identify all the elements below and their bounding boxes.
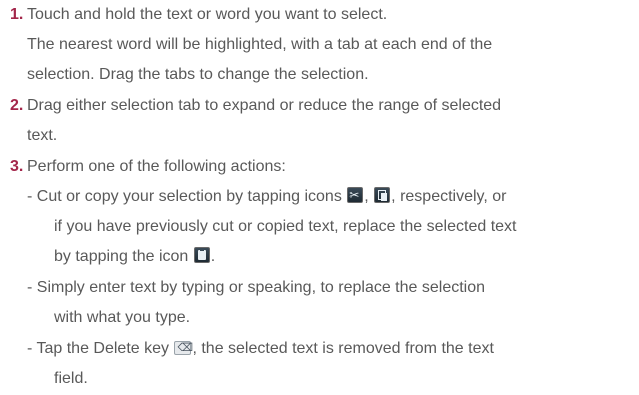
- step-2-detail-line: text.: [27, 127, 58, 144]
- delete-action: - Tap the Delete key , the selected text…: [27, 333, 494, 365]
- step-text: Touch and hold the text or word you want…: [27, 6, 388, 23]
- instructions-document: 1. Touch and hold the text or word you wa…: [0, 0, 639, 393]
- step-2: 2. Drag either selection tab to expand or…: [10, 91, 501, 122]
- separator-text: ,: [364, 188, 374, 205]
- step-text: Perform one of the following actions:: [27, 158, 286, 175]
- step-3: 3. Perform one of the following actions:: [10, 152, 286, 183]
- action-text: - Tap the Delete key: [27, 340, 174, 357]
- step-text: Drag either selection tab to expand or r…: [27, 97, 502, 114]
- action-text: by tapping the icon: [54, 248, 193, 265]
- cut-copy-action-line: if you have previously cut or copied tex…: [54, 218, 517, 235]
- action-text: , the selected text is removed from the …: [192, 340, 494, 357]
- action-text: .: [210, 248, 216, 265]
- action-text: , respectively, or: [391, 188, 507, 205]
- enter-text-action: - Simply enter text by typing or speakin…: [27, 279, 486, 296]
- delete-key-icon: [174, 333, 193, 364]
- paste-icon: [193, 247, 210, 263]
- step-number: 2.: [10, 97, 24, 114]
- cut-copy-action: - Cut or copy your selection by tapping …: [27, 180, 507, 213]
- step-1: 1. Touch and hold the text or word you wa…: [10, 0, 387, 31]
- step-number: 1.: [10, 6, 24, 23]
- action-text: - Cut or copy your selection by tapping …: [27, 188, 347, 205]
- enter-text-action-line: with what you type.: [54, 309, 191, 326]
- cut-copy-action-line: by tapping the icon .: [54, 242, 215, 273]
- step-number: 3.: [10, 158, 24, 175]
- step-1-detail-line: selection. Drag the tabs to change the s…: [27, 66, 369, 83]
- step-1-detail-line: The nearest word will be highlighted, wi…: [27, 36, 493, 53]
- delete-action-line: field.: [54, 370, 88, 387]
- copy-icon: [374, 187, 391, 203]
- cut-icon: [347, 180, 364, 211]
